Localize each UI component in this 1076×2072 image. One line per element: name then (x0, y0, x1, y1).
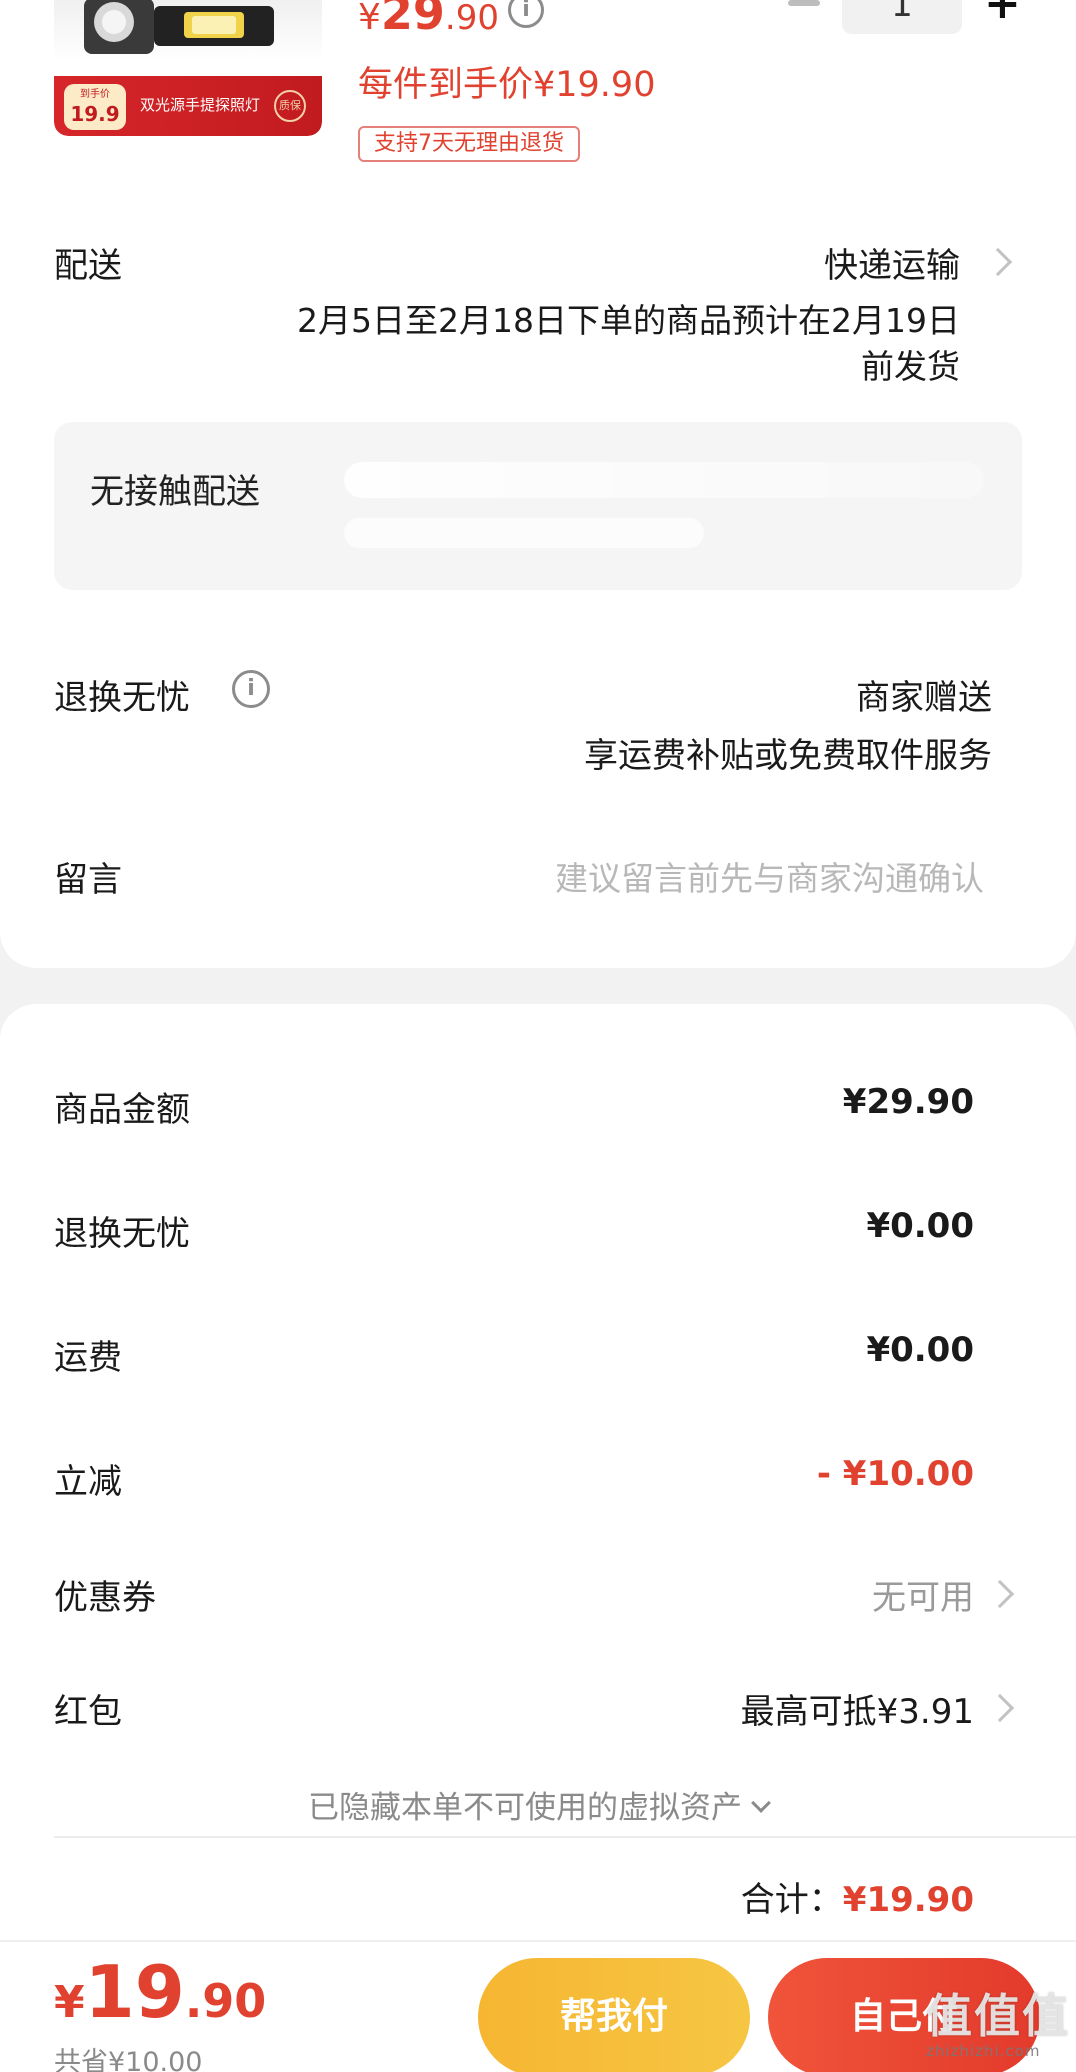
shipping-fee-value: ¥0.00 (866, 1330, 974, 1370)
shipping-method[interactable]: 快递运输 (824, 238, 960, 287)
product-image[interactable]: 到手价 19.9 双光源手提探照灯 质保 (54, 0, 322, 136)
redpacket-label: 红包 (54, 1692, 122, 1732)
return-policy-badge: 支持7天无理由退货 (358, 126, 580, 162)
help-me-pay-button[interactable]: 帮我付 (478, 1958, 750, 2072)
product-price-badge: 到手价 19.9 (64, 84, 126, 130)
minus-icon (788, 0, 820, 6)
message-label: 留言 (54, 860, 122, 900)
return-service-desc: 享运费补贴或免费取件服务 (584, 736, 992, 776)
total-label: 合计： (740, 1880, 843, 1920)
message-input[interactable]: 建议留言前先与商家沟通确认 (555, 852, 984, 900)
order-details-card: 到手价 19.9 双光源手提探照灯 质保 ¥29.90 i 1 + 每件到手价¥… (0, 0, 1076, 968)
checkout-saved-amount: 共省¥10.00 (54, 2047, 203, 2072)
product-price: ¥29.90 (358, 0, 499, 40)
discount-label: 立减 (54, 1462, 122, 1502)
goods-amount-value: ¥29.90 (842, 1082, 974, 1122)
chevron-down-icon (751, 1793, 771, 1813)
shipping-note-line1: 2月5日至2月18日下单的商品预计在2月19日 (297, 301, 960, 340)
order-total: 合计：¥19.90 (741, 1872, 974, 1921)
redpacket-value[interactable]: 最高可抵¥3.91 (741, 1684, 974, 1733)
shipping-fee-label: 运费 (54, 1338, 122, 1378)
divider (54, 1836, 1076, 1838)
return-service-label: 退换无忧 (54, 678, 190, 718)
quantity-increase-button[interactable]: + (984, 0, 1021, 26)
goods-amount-label: 商品金额 (54, 1090, 190, 1130)
return-service-fee-value: ¥0.00 (866, 1206, 974, 1246)
discount-value: - ¥10.00 (816, 1454, 974, 1494)
quantity-decrease-button[interactable] (788, 0, 820, 8)
shipping-note-line2: 前发货 (861, 347, 960, 386)
quantity-value[interactable]: 1 (842, 0, 962, 34)
flashlight-icon (84, 0, 274, 54)
coupon-label: 优惠券 (54, 1578, 156, 1618)
total-value: ¥19.90 (842, 1880, 974, 1920)
product-stamp-icon: 质保 (274, 90, 306, 122)
checkout-price: ¥19.90 (54, 1950, 267, 2034)
contactless-delivery-text: 无接触配送 (90, 472, 260, 512)
blurred-region (344, 462, 984, 498)
price-info-icon[interactable]: i (508, 0, 544, 28)
return-service-info-icon[interactable]: i (232, 670, 270, 708)
product-banner-text: 双光源手提探照灯 (140, 96, 261, 114)
site-watermark: 值值值 zhizhizhi.com (926, 1989, 1070, 2060)
hidden-assets-text: 已隐藏本单不可使用的虚拟资产 (308, 1790, 742, 1826)
hidden-assets-toggle[interactable]: 已隐藏本单不可使用的虚拟资产 (0, 1782, 1076, 1827)
contactless-delivery-box[interactable]: 无接触配送 (54, 422, 1022, 590)
return-service-title: 商家赠送 (856, 678, 992, 718)
return-service-fee-label: 退换无忧 (54, 1214, 190, 1254)
coupon-value[interactable]: 无可用 (872, 1570, 974, 1619)
product-banner: 到手价 19.9 双光源手提探照灯 质保 (54, 76, 322, 136)
checkout-bar: ¥19.90 共省¥10.00 帮我付 自己付 (0, 1940, 1076, 2072)
shipping-chevron-icon[interactable] (983, 247, 1013, 277)
shipping-label: 配送 (54, 246, 122, 286)
blurred-region (344, 518, 704, 548)
unit-final-price: 每件到手价¥19.90 (358, 65, 656, 105)
